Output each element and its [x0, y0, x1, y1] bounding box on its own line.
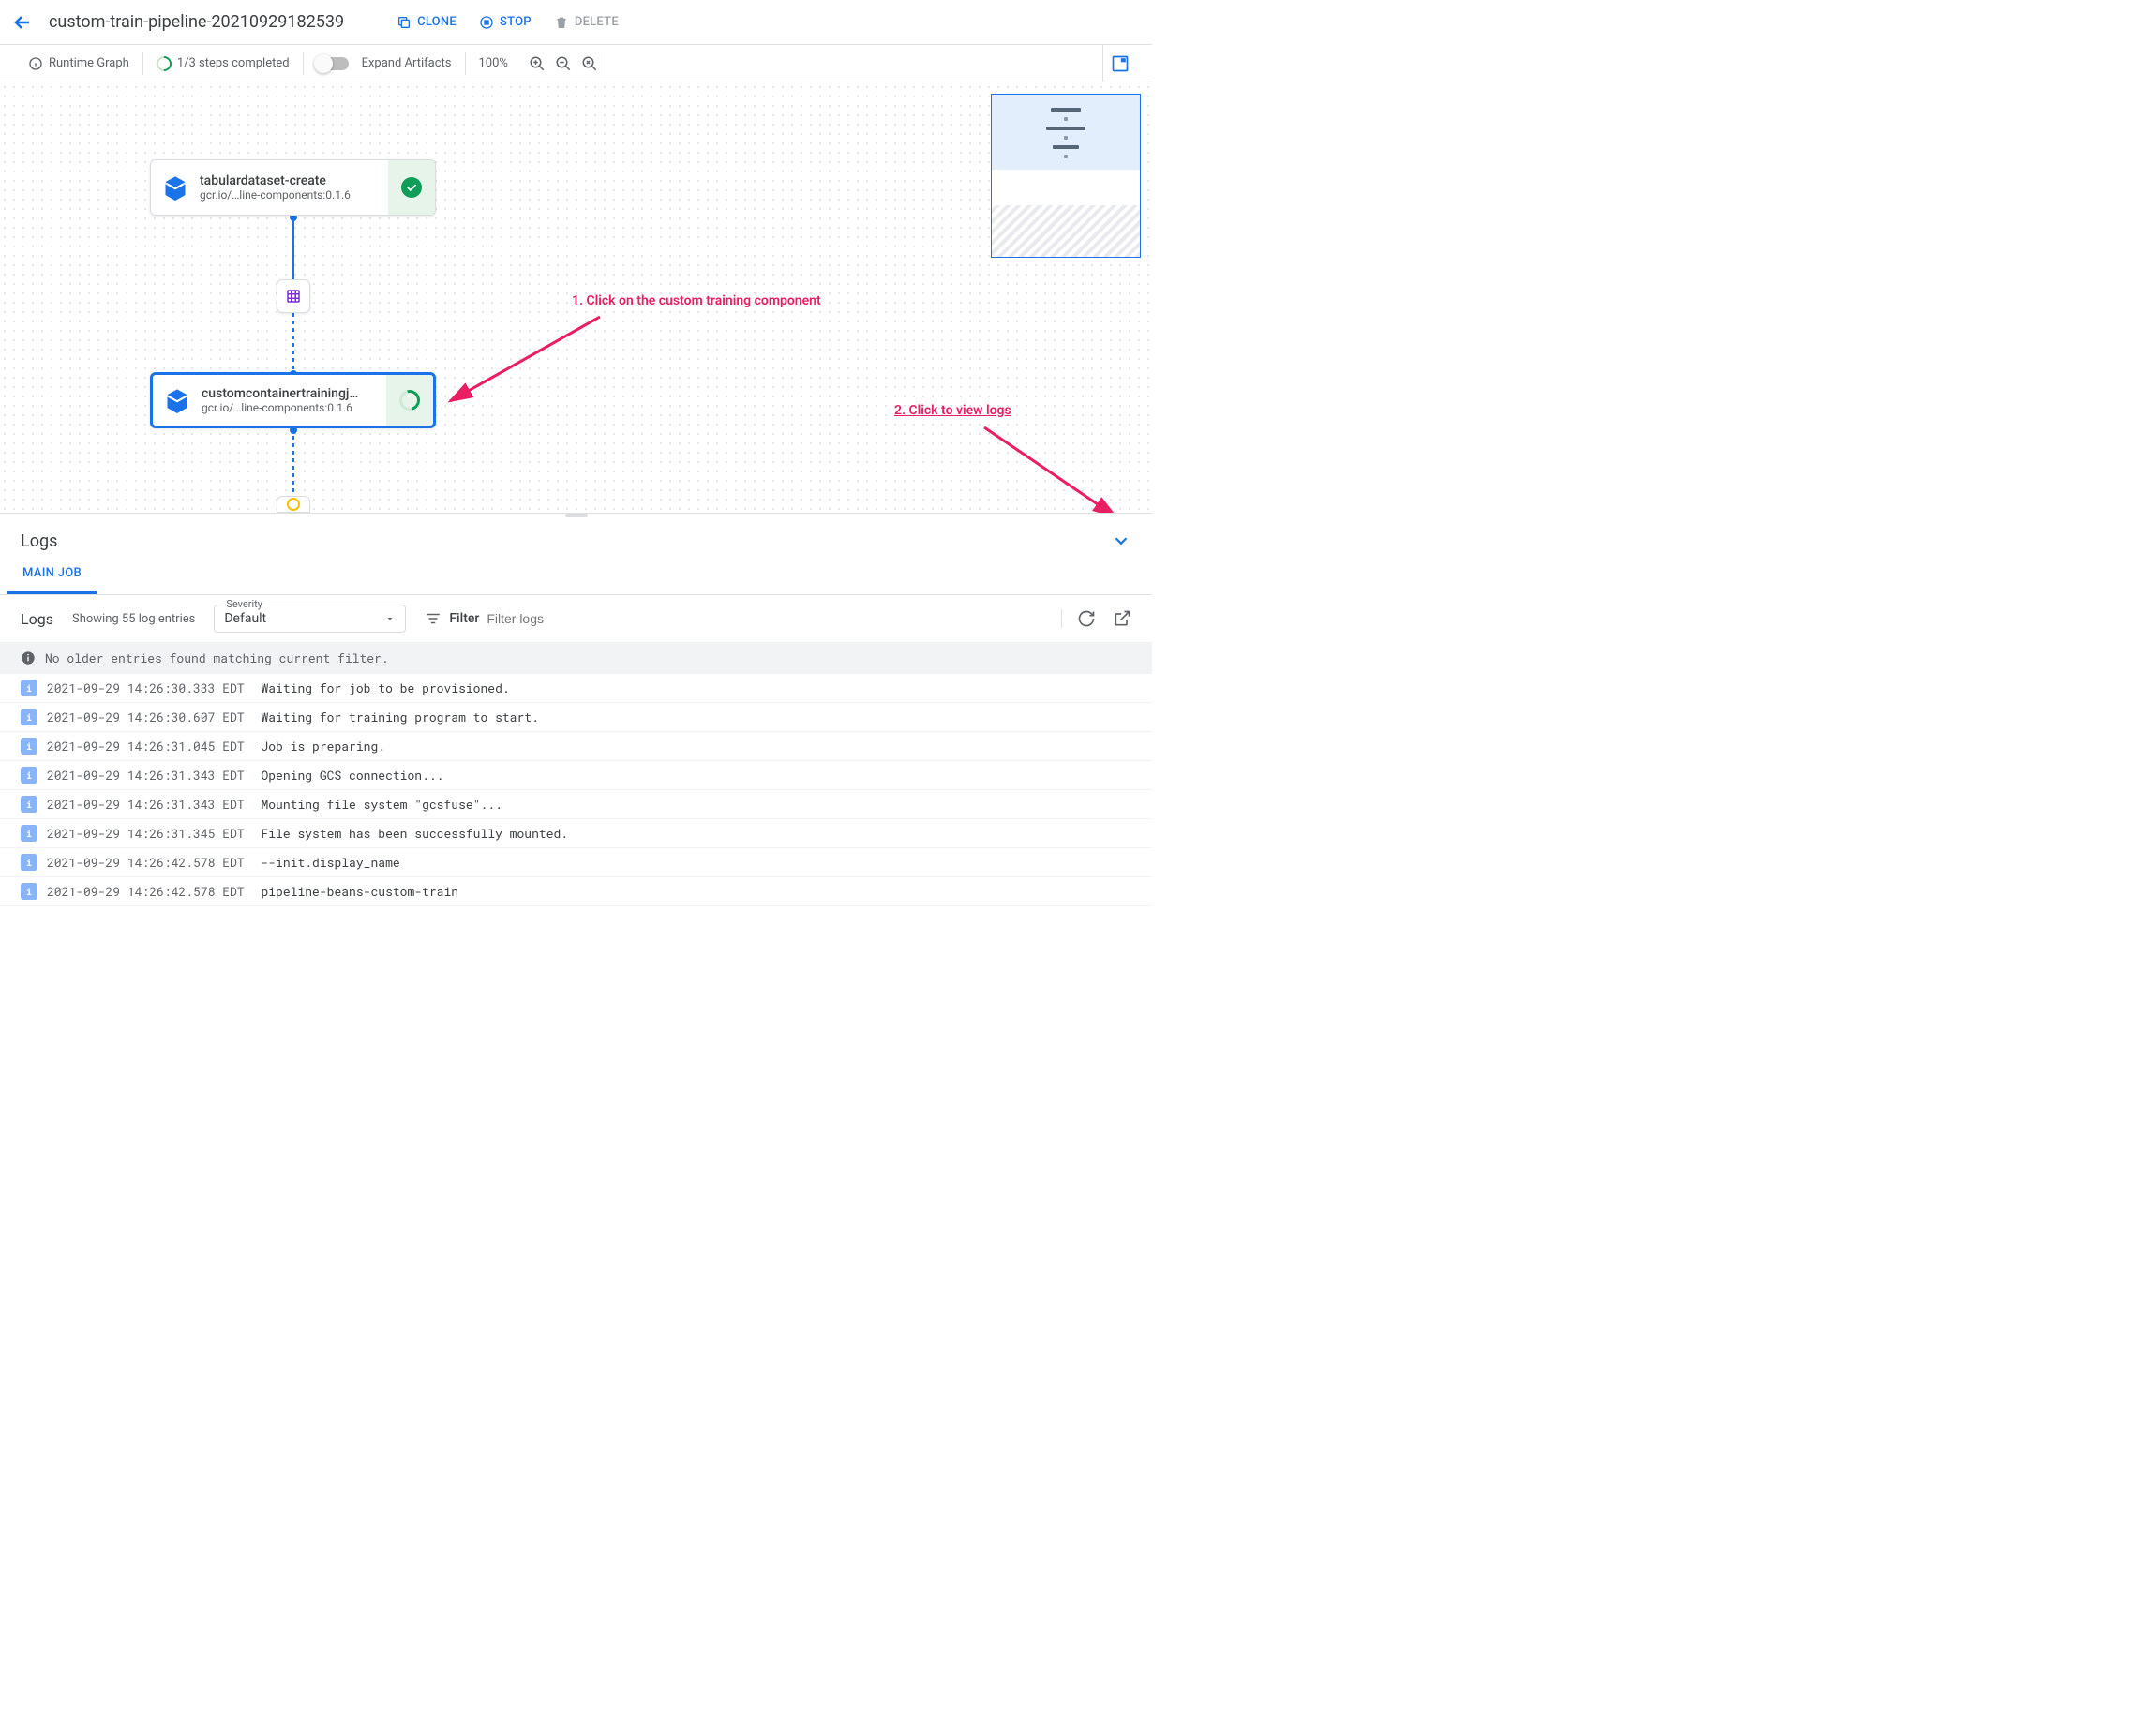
- page-header: custom-train-pipeline-20210929182539 CLO…: [0, 0, 1152, 45]
- zoom-in-icon[interactable]: [529, 55, 546, 72]
- logs-count: Showing 55 log entries: [72, 612, 195, 626]
- log-message: pipeline-beans-custom-train: [254, 883, 458, 900]
- zoom-out-icon[interactable]: [555, 55, 572, 72]
- log-row[interactable]: i 2021-09-29 14:26:42.578 EDT pipeline-be…: [0, 877, 1152, 906]
- log-row[interactable]: i 2021-09-29 14:26:31.345 EDT File system…: [0, 819, 1152, 848]
- info-badge-icon: i: [21, 796, 37, 813]
- logs-title: Logs: [21, 531, 57, 551]
- stop-button[interactable]: STOP: [479, 15, 532, 30]
- log-timestamp: 2021-09-29 14:26:30.333 EDT: [47, 680, 245, 696]
- toggle-switch[interactable]: [317, 57, 349, 70]
- log-row[interactable]: i 2021-09-29 14:26:31.343 EDT Mounting fi…: [0, 790, 1152, 819]
- open-external-icon[interactable]: [1113, 609, 1131, 628]
- logs-collapse-button[interactable]: [1111, 531, 1131, 551]
- refresh-icon[interactable]: [1077, 609, 1096, 628]
- log-row[interactable]: i 2021-09-29 14:26:42.578 EDT --init.disp…: [0, 848, 1152, 877]
- info-badge-icon: i: [21, 767, 37, 784]
- log-message: Job is preparing.: [254, 738, 385, 755]
- log-timestamp: 2021-09-29 14:26:31.343 EDT: [47, 796, 245, 813]
- node-partial[interactable]: [277, 496, 310, 513]
- toolbar: Runtime Graph 1/3 steps completed Expand…: [0, 45, 1152, 82]
- info-badge-icon: i: [21, 680, 37, 696]
- cube-icon: [162, 174, 188, 201]
- logs-filter-row: Logs Showing 55 log entries Severity Def…: [0, 595, 1152, 642]
- annotation-2: 2. Click to view logs: [894, 403, 1011, 418]
- node-customcontainertrainingjob[interactable]: customcontainertrainingj… gcr.io/…line-c…: [150, 372, 436, 428]
- back-button[interactable]: [11, 11, 34, 34]
- log-row[interactable]: i 2021-09-29 14:26:31.343 EDT Opening GCS…: [0, 761, 1152, 790]
- log-timestamp: 2021-09-29 14:26:31.045 EDT: [47, 738, 245, 755]
- info-icon: [28, 56, 43, 71]
- filter-input[interactable]: [487, 611, 1042, 626]
- clone-icon: [397, 15, 412, 30]
- log-message: Opening GCS connection...: [254, 767, 444, 784]
- zoom-level: 100%: [466, 45, 521, 82]
- arrow-left-icon: [11, 11, 34, 34]
- log-list: No older entries found matching current …: [0, 642, 1152, 906]
- stop-icon: [479, 15, 494, 30]
- node-status-complete: [388, 160, 435, 215]
- log-message: Waiting for job to be provisioned.: [254, 680, 510, 696]
- node-status-running: [386, 375, 433, 426]
- fullscreen-button[interactable]: [1102, 45, 1137, 82]
- logs-tabs: MAIN JOB: [0, 555, 1152, 595]
- check-icon: [401, 177, 422, 198]
- fullscreen-icon: [1111, 54, 1130, 73]
- clone-button[interactable]: CLONE: [397, 15, 457, 30]
- info-badge-icon: i: [21, 738, 37, 755]
- log-message: File system has been successfully mounte…: [254, 825, 568, 842]
- page-title: custom-train-pipeline-20210929182539: [49, 12, 344, 32]
- filter-label: Filter: [449, 611, 479, 626]
- dataset-icon: [285, 288, 302, 305]
- pipeline-graph[interactable]: tabulardataset-create gcr.io/…line-compo…: [0, 82, 1152, 513]
- log-row[interactable]: i 2021-09-29 14:26:30.607 EDT Waiting for…: [0, 703, 1152, 732]
- info-badge-icon: i: [21, 883, 37, 900]
- filter-icon: [425, 610, 442, 627]
- log-row[interactable]: i 2021-09-29 14:26:31.045 EDT Job is prep…: [0, 732, 1152, 761]
- logs-panel: Logs MAIN JOB Logs Showing 55 log entrie…: [0, 513, 1152, 906]
- log-row[interactable]: i 2021-09-29 14:26:30.333 EDT Waiting for…: [0, 674, 1152, 703]
- info-badge-icon: i: [21, 709, 37, 725]
- info-solid-icon: [21, 650, 36, 665]
- log-timestamp: 2021-09-29 14:26:30.607 EDT: [47, 709, 245, 725]
- chevron-down-icon: [1111, 531, 1131, 551]
- severity-dropdown[interactable]: Severity Default: [214, 605, 406, 633]
- node-subtitle: gcr.io/…line-components:0.1.6: [202, 401, 386, 414]
- info-badge-icon: i: [21, 825, 37, 842]
- artifact-node[interactable]: [277, 279, 310, 313]
- trash-icon: [554, 15, 569, 30]
- pending-icon: [287, 498, 300, 511]
- minimap[interactable]: [991, 94, 1141, 258]
- log-message: Waiting for training program to start.: [254, 709, 539, 725]
- zoom-reset-icon[interactable]: [581, 55, 598, 72]
- expand-artifacts-toggle[interactable]: Expand Artifacts: [304, 45, 465, 82]
- log-timestamp: 2021-09-29 14:26:42.578 EDT: [47, 854, 245, 871]
- logs-label: Logs: [21, 610, 53, 628]
- log-timestamp: 2021-09-29 14:26:31.343 EDT: [47, 767, 245, 784]
- log-timestamp: 2021-09-29 14:26:31.345 EDT: [47, 825, 245, 842]
- log-timestamp: 2021-09-29 14:26:42.578 EDT: [47, 883, 245, 900]
- running-icon: [396, 386, 424, 414]
- node-title: customcontainertrainingj…: [202, 386, 386, 401]
- node-tabulardataset-create[interactable]: tabulardataset-create gcr.io/…line-compo…: [150, 159, 436, 216]
- cube-icon: [164, 387, 190, 413]
- info-badge-icon: i: [21, 854, 37, 871]
- annotation-1: 1. Click on the custom training componen…: [572, 293, 821, 308]
- runtime-graph-button[interactable]: Runtime Graph: [15, 45, 142, 82]
- drag-handle[interactable]: [565, 514, 588, 517]
- log-message: Mounting file system "gcsfuse"...: [254, 796, 502, 813]
- progress-circle-icon: [154, 52, 175, 74]
- log-message: --init.display_name: [254, 854, 400, 871]
- progress-indicator: 1/3 steps completed: [143, 45, 303, 82]
- dropdown-icon: [384, 613, 396, 624]
- tab-main-job[interactable]: MAIN JOB: [7, 555, 97, 594]
- log-banner: No older entries found matching current …: [0, 642, 1152, 674]
- node-subtitle: gcr.io/…line-components:0.1.6: [200, 188, 388, 202]
- delete-button[interactable]: DELETE: [554, 15, 619, 30]
- node-title: tabulardataset-create: [200, 173, 388, 188]
